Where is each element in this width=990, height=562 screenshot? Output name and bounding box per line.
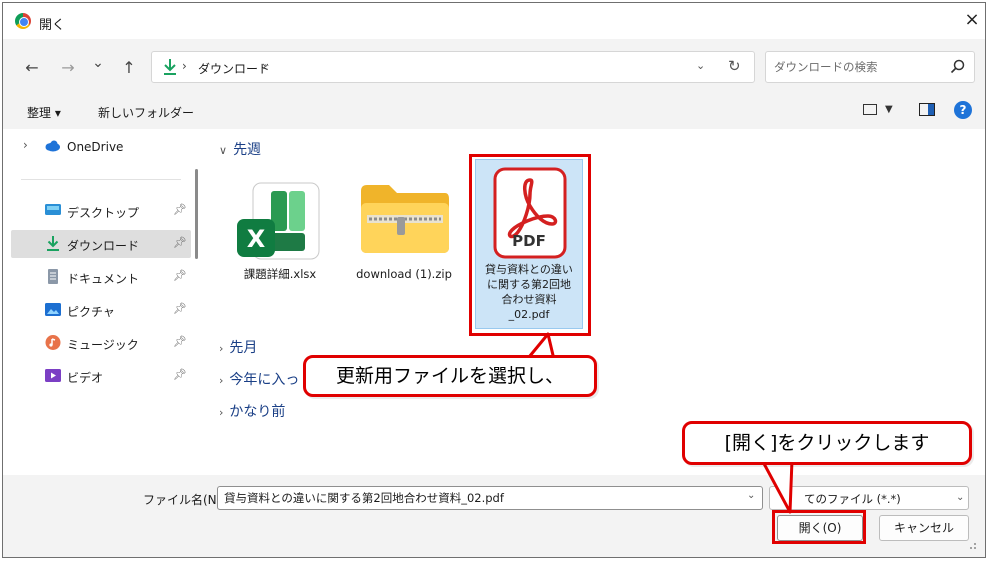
window-title: 開く	[39, 18, 66, 33]
up-arrow-icon[interactable]: ↑	[118, 57, 140, 79]
group-header-long-ago[interactable]: › かなり前	[219, 401, 285, 421]
new-folder-button[interactable]: 新しいフォルダー	[98, 104, 194, 121]
expand-chevron-icon[interactable]: ›	[23, 138, 28, 152]
sidebar-item-label: ダウンロード	[67, 239, 140, 253]
file-name: 課題詳細.xlsx	[243, 267, 317, 281]
breadcrumb-separator-icon: ›	[182, 59, 187, 73]
callout-click-open: [開く]をクリックします	[682, 421, 972, 465]
sidebar-item-label: ドキュメント	[67, 272, 140, 286]
command-toolbar: 整理 ▾ 新しいフォルダー ▼ ?	[3, 95, 985, 129]
sidebar-item-videos[interactable]: ビデオ 📌︎	[11, 362, 191, 390]
file-item-excel[interactable]: X 課題詳細.xlsx	[225, 169, 335, 339]
organize-button[interactable]: 整理 ▾	[27, 104, 61, 121]
preview-pane-icon[interactable]	[919, 103, 935, 116]
highlight-box-pdf	[469, 154, 591, 336]
sidebar-item-documents[interactable]: ドキュメント 📌︎	[11, 263, 191, 291]
breadcrumb-downloads[interactable]: ダウンロード	[198, 60, 270, 77]
search-icon[interactable]	[950, 59, 966, 75]
callout-pointer	[760, 456, 794, 514]
filename-label: ファイル名(N):	[143, 493, 226, 507]
group-expand-icon[interactable]: ›	[219, 342, 223, 355]
music-icon	[45, 335, 61, 350]
sidebar-item-music[interactable]: ミュージック 📌︎	[11, 329, 191, 357]
title-bar: 開く ×	[3, 3, 985, 39]
pin-icon[interactable]: 📌︎	[173, 269, 187, 282]
pin-icon[interactable]: 📌︎	[173, 302, 187, 315]
cloud-icon	[45, 140, 60, 152]
file-item-zip[interactable]: download (1).zip	[349, 169, 459, 339]
sidebar-item-label: ミュージック	[67, 338, 139, 352]
sidebar-item-desktop[interactable]: デスクトップ 📌︎	[11, 197, 191, 225]
group-expand-icon[interactable]: ›	[219, 374, 223, 387]
sidebar-item-downloads[interactable]: ダウンロード 📌︎	[11, 230, 191, 258]
file-name: download (1).zip	[356, 267, 452, 281]
search-box[interactable]	[765, 51, 975, 83]
sidebar-item-pictures[interactable]: ピクチャ 📌︎	[11, 296, 191, 324]
group-header-last-week[interactable]: ∨ 先週	[219, 139, 261, 159]
sidebar-item-label: ビデオ	[67, 371, 104, 385]
search-input[interactable]	[772, 58, 942, 76]
chrome-icon	[15, 13, 31, 29]
download-arrow-icon	[47, 236, 59, 251]
callout-select-file: 更新用ファイルを選択し、	[303, 355, 597, 397]
sidebar-divider	[21, 179, 181, 180]
filename-input[interactable]	[217, 486, 763, 510]
chevron-down-icon: ⌄	[956, 492, 965, 503]
breadcrumb-chevron-icon[interactable]: ›	[262, 59, 267, 73]
sidebar-item-label: ピクチャ	[67, 305, 115, 319]
pin-icon[interactable]: 📌︎	[173, 368, 187, 381]
help-icon[interactable]: ?	[954, 101, 972, 119]
download-arrow-icon	[164, 59, 176, 75]
cancel-button[interactable]: キャンセル	[879, 515, 969, 541]
address-dropdown-icon[interactable]: ⌄	[696, 59, 705, 72]
pin-icon[interactable]: 📌︎	[173, 236, 187, 249]
address-bar[interactable]: › ダウンロード › ⌄ ↻	[151, 51, 755, 83]
desktop-icon	[45, 204, 61, 215]
close-icon[interactable]: ×	[961, 9, 983, 31]
sidebar-item-label: OneDrive	[67, 140, 124, 154]
sidebar-item-label: デスクトップ	[67, 206, 140, 220]
navigation-bar: ← → ⌄ ↑ › ダウンロード › ⌄ ↻	[3, 39, 985, 95]
group-header-this-year[interactable]: › 今年に入っ	[219, 369, 299, 389]
pin-icon[interactable]: 📌︎	[173, 203, 187, 216]
document-icon	[48, 269, 58, 284]
forward-arrow-icon[interactable]: →	[57, 57, 79, 79]
svg-text:X: X	[247, 225, 266, 253]
group-expand-icon[interactable]: ›	[219, 406, 223, 419]
back-arrow-icon[interactable]: ←	[21, 57, 43, 79]
sidebar-scrollbar[interactable]	[195, 169, 198, 259]
resize-grip-icon[interactable]	[962, 535, 978, 551]
recent-locations-chevron-icon[interactable]: ⌄	[87, 52, 109, 74]
pictures-icon	[45, 303, 61, 316]
pin-icon[interactable]: 📌︎	[173, 335, 187, 348]
excel-icon: X	[237, 182, 320, 260]
group-header-last-month[interactable]: › 先月	[219, 337, 257, 357]
zip-folder-icon	[361, 185, 449, 253]
view-dropdown-icon[interactable]: ▼	[885, 104, 893, 115]
refresh-icon[interactable]: ↻	[728, 57, 741, 75]
navigation-pane: › OneDrive デスクトップ 📌︎ ダウンロード 📌︎ ドキュメント 📌︎…	[3, 129, 203, 475]
sidebar-item-onedrive[interactable]: › OneDrive	[11, 133, 191, 161]
video-icon	[45, 369, 61, 382]
group-collapse-icon[interactable]: ∨	[219, 144, 227, 157]
view-mode-icon[interactable]	[863, 104, 877, 115]
